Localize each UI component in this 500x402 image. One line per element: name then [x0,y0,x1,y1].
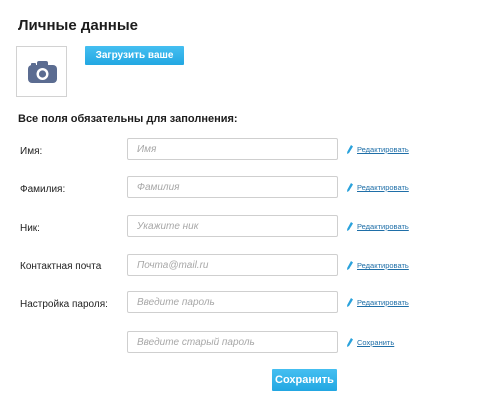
password-input[interactable] [127,291,338,313]
nickname-input[interactable] [127,215,338,237]
camera-icon [28,61,57,83]
edit-email-link[interactable]: Редактировать [347,261,409,270]
password-label: Настройка пароля: [20,299,108,310]
nickname-label: Ник: [20,223,40,234]
pencil-icon [347,338,353,347]
edit-last-name-label: Редактировать [357,183,409,192]
edit-last-name-link[interactable]: Редактировать [347,183,409,192]
save-button[interactable]: Сохранить [272,369,337,391]
edit-nickname-link[interactable]: Редактировать [347,222,409,231]
first-name-input[interactable] [127,138,338,160]
required-fields-notice: Все поля обязательны для заполнения: [18,113,238,125]
pencil-icon [347,222,353,231]
edit-password-label: Редактировать [357,298,409,307]
edit-first-name-label: Редактировать [357,145,409,154]
edit-email-label: Редактировать [357,261,409,270]
edit-password-link[interactable]: Редактировать [347,298,409,307]
pencil-icon [347,261,353,270]
profile-photo-placeholder[interactable] [16,46,67,97]
page-title: Личные данные [18,17,138,34]
pencil-icon [347,183,353,192]
edit-nickname-label: Редактировать [357,222,409,231]
pencil-icon [347,298,353,307]
save-password-link[interactable]: Сохранить [347,338,394,347]
email-input[interactable] [127,254,338,276]
last-name-input[interactable] [127,176,338,198]
email-label: Контактная почта [20,261,102,272]
save-password-label: Сохранить [357,338,395,347]
old-password-input[interactable] [127,331,338,353]
edit-first-name-link[interactable]: Редактировать [347,145,409,154]
first-name-label: Имя: [20,146,43,157]
upload-photo-button[interactable]: Загрузить ваше фото [85,46,184,80]
last-name-label: Фамилия: [20,184,66,195]
pencil-icon [347,145,353,154]
